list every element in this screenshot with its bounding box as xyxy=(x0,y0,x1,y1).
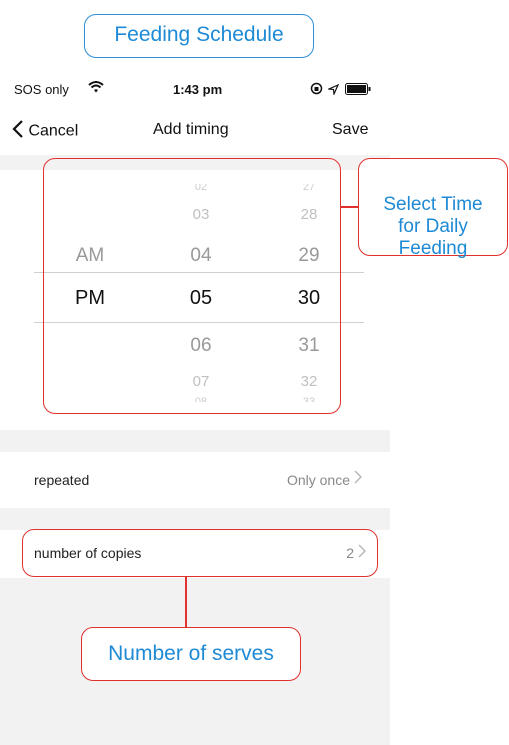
nav-bar: Cancel Add timing Save xyxy=(0,112,390,148)
serves-connector-line xyxy=(185,577,187,627)
time-picker-highlight xyxy=(43,158,341,414)
feeding-schedule-callout: Feeding Schedule xyxy=(84,14,314,58)
separator-gray-band xyxy=(0,430,390,452)
wifi-icon xyxy=(88,80,104,97)
number-of-serves-callout: Number of serves xyxy=(81,627,301,681)
carrier-label: SOS only xyxy=(14,82,69,97)
battery-icon xyxy=(345,83,371,98)
nav-title: Add timing xyxy=(153,121,229,138)
select-time-callout: Select Time for Daily Feeding xyxy=(358,158,508,259)
separator-gray-band xyxy=(0,508,390,530)
chevron-left-icon xyxy=(12,120,24,143)
orientation-lock-icon xyxy=(310,82,323,98)
location-icon xyxy=(326,83,340,98)
callout-title: Feeding Schedule xyxy=(114,23,284,46)
save-button[interactable]: Save xyxy=(332,121,368,139)
repeated-value: Only once xyxy=(286,472,350,488)
status-bar: SOS only 1:43 pm xyxy=(0,80,390,102)
repeated-row[interactable]: repeated Only once xyxy=(0,452,390,508)
clock: 1:43 pm xyxy=(173,82,223,97)
cancel-label: Cancel xyxy=(28,122,79,140)
select-time-note: Select Time for Daily Feeding xyxy=(383,194,483,259)
time-connector-line xyxy=(341,206,359,208)
number-of-serves-note: Number of serves xyxy=(108,642,274,665)
copies-highlight xyxy=(22,529,378,577)
cancel-button[interactable]: Cancel xyxy=(12,120,78,143)
chevron-right-icon xyxy=(354,470,363,487)
repeated-label: repeated xyxy=(34,472,90,488)
